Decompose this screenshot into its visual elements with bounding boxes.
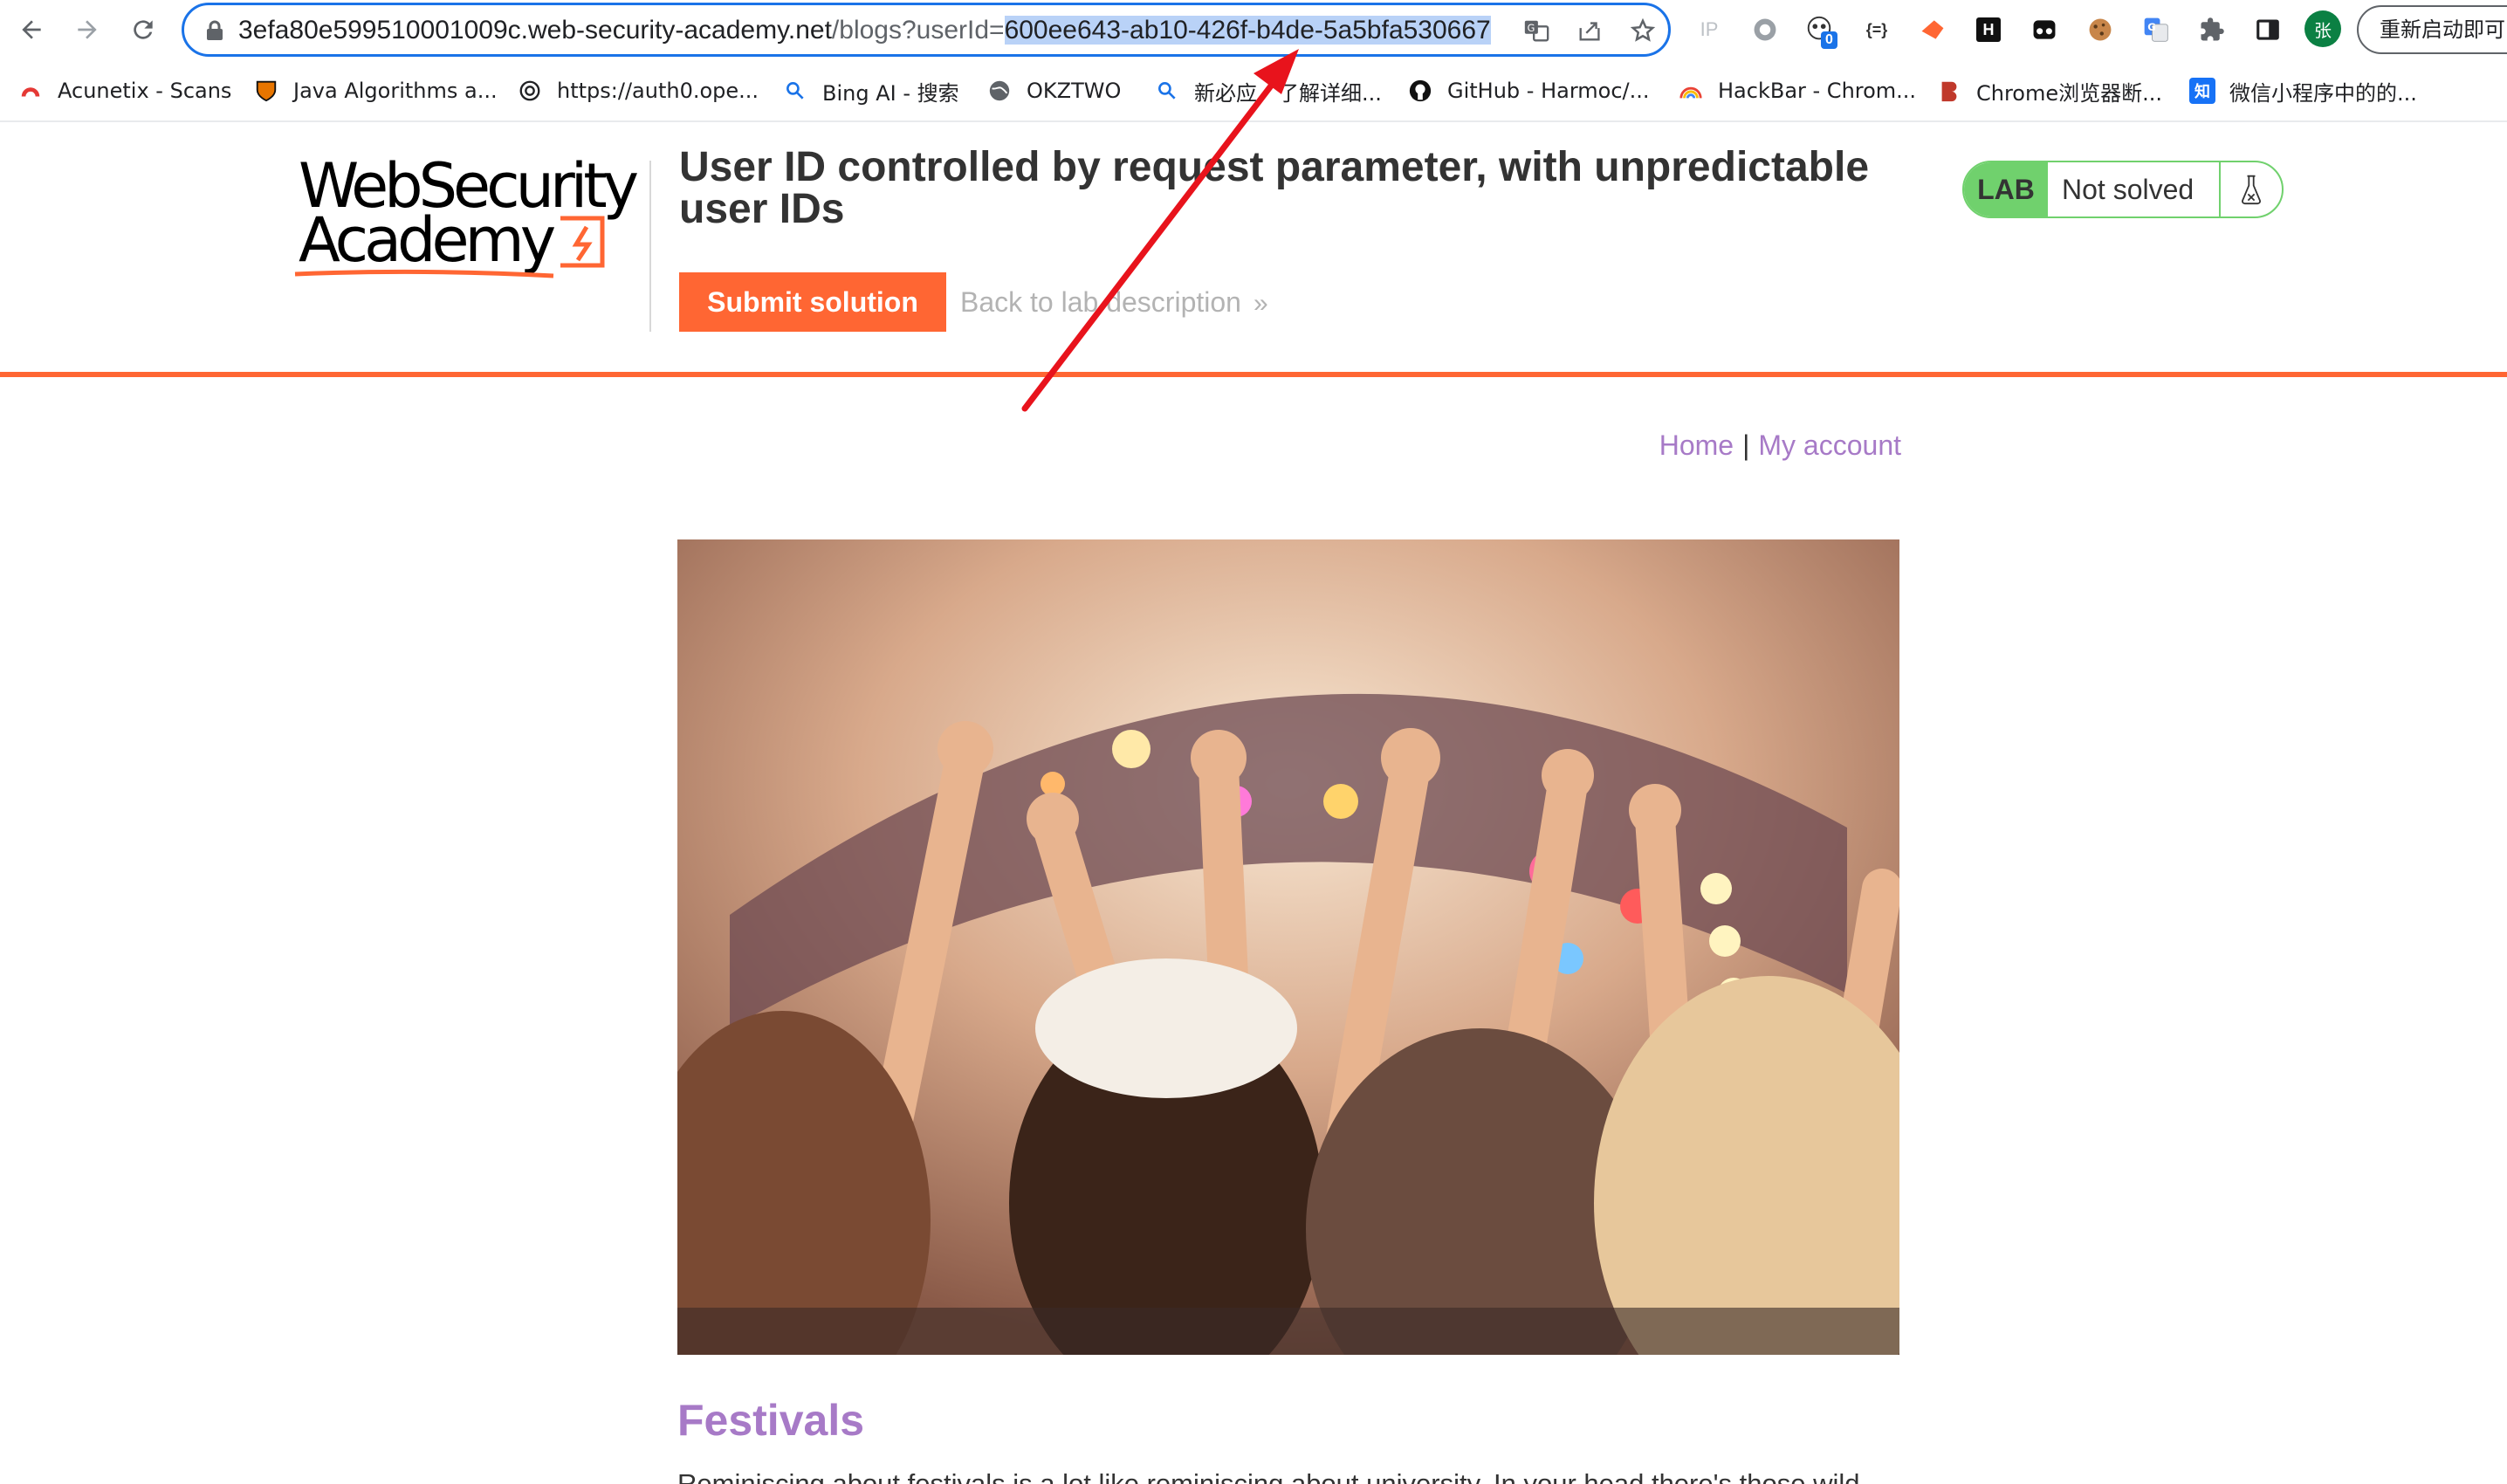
lab-title: User ID controlled by request parameter,…: [679, 144, 1870, 232]
rainbow-icon: [1678, 78, 1704, 104]
relaunch-button[interactable]: 重新启动即可: [2357, 5, 2507, 54]
url-selected-userid: 600ee643-ab10-426f-b4de-5a5bfa530667: [1004, 16, 1491, 45]
blog-post-snippet: Reminiscing about festivals is a lot lik…: [677, 1468, 1860, 1484]
json-extension-icon[interactable]: {=}: [1861, 14, 1892, 45]
bookmark-okztwo[interactable]: OKZTWO: [986, 73, 1121, 108]
bookmarks-bar: Acunetix - Scans Java Algorithms a... ht…: [0, 59, 2507, 122]
bookmark-star-icon[interactable]: [1628, 16, 1658, 45]
bookmark-label: Bing AI - 搜索: [822, 80, 959, 106]
header-rule: [0, 372, 2507, 377]
header-divider: [649, 161, 651, 332]
bookmark-java-algorithms[interactable]: Java Algorithms a...: [253, 73, 498, 108]
ip-extension-label: IP: [1700, 18, 1719, 40]
home-link[interactable]: Home: [1659, 429, 1734, 461]
logo-underline: [294, 269, 554, 278]
panda-extension-icon[interactable]: 0: [1803, 14, 1837, 49]
bookmark-chrome-debug[interactable]: Chrome浏览器断...: [1936, 73, 2162, 108]
github-icon: [1407, 78, 1433, 104]
logo-line2: Academy: [299, 204, 556, 276]
bookmark-hackbar[interactable]: HackBar - Chrom...: [1678, 73, 1916, 108]
mask-extension-icon[interactable]: [2029, 14, 2060, 45]
lab-header: WebSecurity Academy User ID controlled b…: [0, 122, 2507, 377]
lab-badge: LAB: [1964, 162, 2048, 216]
hackbar-extension-icon[interactable]: H: [1973, 14, 2004, 45]
side-panel-icon[interactable]: [2252, 14, 2284, 45]
back-link-label: Back to lab description: [960, 286, 1241, 318]
browser-toolbar: 3efa80e599510001009c.web-security-academ…: [0, 0, 2507, 59]
zhihu-icon-label: 知: [2194, 83, 2210, 101]
logo-mark-icon: [560, 216, 605, 268]
bookmark-label: 微信小程序中的的...: [2229, 80, 2417, 106]
bookmark-bing-new[interactable]: 新必应，了解详细...: [1154, 73, 1382, 108]
record-extension-icon[interactable]: [1749, 14, 1781, 45]
top-navigation: Home | My account: [1554, 424, 1901, 466]
cookie-extension-icon[interactable]: [2085, 14, 2116, 45]
share-icon[interactable]: [1576, 16, 1605, 45]
globe-icon: [986, 78, 1013, 104]
submit-solution-button[interactable]: Submit solution: [679, 272, 946, 332]
lab-status-widget: LAB Not solved: [1962, 161, 2284, 218]
bookmark-label: Java Algorithms a...: [293, 79, 498, 103]
profile-initial: 张: [2314, 19, 2332, 41]
my-account-link[interactable]: My account: [1758, 429, 1901, 461]
relaunch-label: 重新启动即可: [2380, 17, 2505, 42]
blog-post-title[interactable]: Festivals: [677, 1393, 864, 1447]
search-icon: [1154, 78, 1180, 104]
princeton-shield-icon: [253, 78, 279, 104]
bookmark-zhihu[interactable]: 知 微信小程序中的的...: [2189, 73, 2417, 108]
reload-icon[interactable]: [124, 10, 162, 49]
address-bar[interactable]: 3efa80e599510001009c.web-security-academ…: [182, 3, 1671, 57]
search-icon: [782, 78, 808, 104]
ip-extension-icon[interactable]: IP: [1693, 14, 1725, 45]
double-chevron-icon: »: [1253, 289, 1268, 318]
url-path: /blogs?userId=: [831, 16, 1005, 45]
url-host: 3efa80e599510001009c.web-security-academ…: [238, 16, 832, 45]
burp-extension-icon[interactable]: [1917, 14, 1948, 45]
forward-icon[interactable]: [68, 10, 106, 49]
bookmark-bing-ai[interactable]: Bing AI - 搜索: [782, 73, 959, 108]
bookmark-label: https://auth0.ope...: [557, 79, 759, 103]
json-extension-label: {=}: [1865, 20, 1888, 38]
google-translate-icon[interactable]: G: [2140, 14, 2172, 45]
nav-separator: |: [1742, 429, 1750, 461]
profile-avatar[interactable]: 张: [2304, 10, 2341, 47]
blog-post-image: [677, 539, 1899, 1355]
acunetix-icon: [17, 78, 44, 104]
bookmark-acunetix[interactable]: Acunetix - Scans: [17, 73, 231, 108]
url-text[interactable]: 3efa80e599510001009c.web-security-academ…: [238, 12, 1491, 49]
bookmark-label: 新必应，了解详细...: [1194, 80, 1382, 106]
extension-badge: 0: [1821, 31, 1837, 49]
puzzle-extensions-icon[interactable]: [2196, 14, 2228, 45]
translate-icon[interactable]: G: [1521, 16, 1551, 45]
b-logo-icon: [1936, 78, 1962, 104]
hackbar-extension-label: H: [1976, 17, 2001, 42]
svg-text:G: G: [2147, 21, 2155, 33]
bookmark-label: Chrome浏览器断...: [1976, 80, 2163, 106]
bookmark-auth0[interactable]: https://auth0.ope...: [517, 73, 759, 108]
bookmark-label: HackBar - Chrom...: [1718, 79, 1917, 103]
svg-text:G: G: [1528, 23, 1535, 34]
openai-icon: [517, 78, 543, 104]
bookmark-label: OKZTWO: [1027, 79, 1122, 103]
flask-icon: [2219, 162, 2282, 216]
zhihu-icon: 知: [2189, 78, 2215, 104]
lock-icon[interactable]: [205, 20, 224, 41]
back-icon[interactable]: [12, 10, 51, 49]
bookmark-label: Acunetix - Scans: [58, 79, 232, 103]
web-security-academy-logo[interactable]: WebSecurity Academy: [292, 152, 649, 283]
bookmark-github[interactable]: GitHub - Harmoc/...: [1407, 73, 1650, 108]
back-to-lab-description-link[interactable]: Back to lab description »: [960, 272, 1268, 332]
lab-status-text: Not solved: [2062, 174, 2194, 205]
bookmark-label: GitHub - Harmoc/...: [1447, 79, 1650, 103]
